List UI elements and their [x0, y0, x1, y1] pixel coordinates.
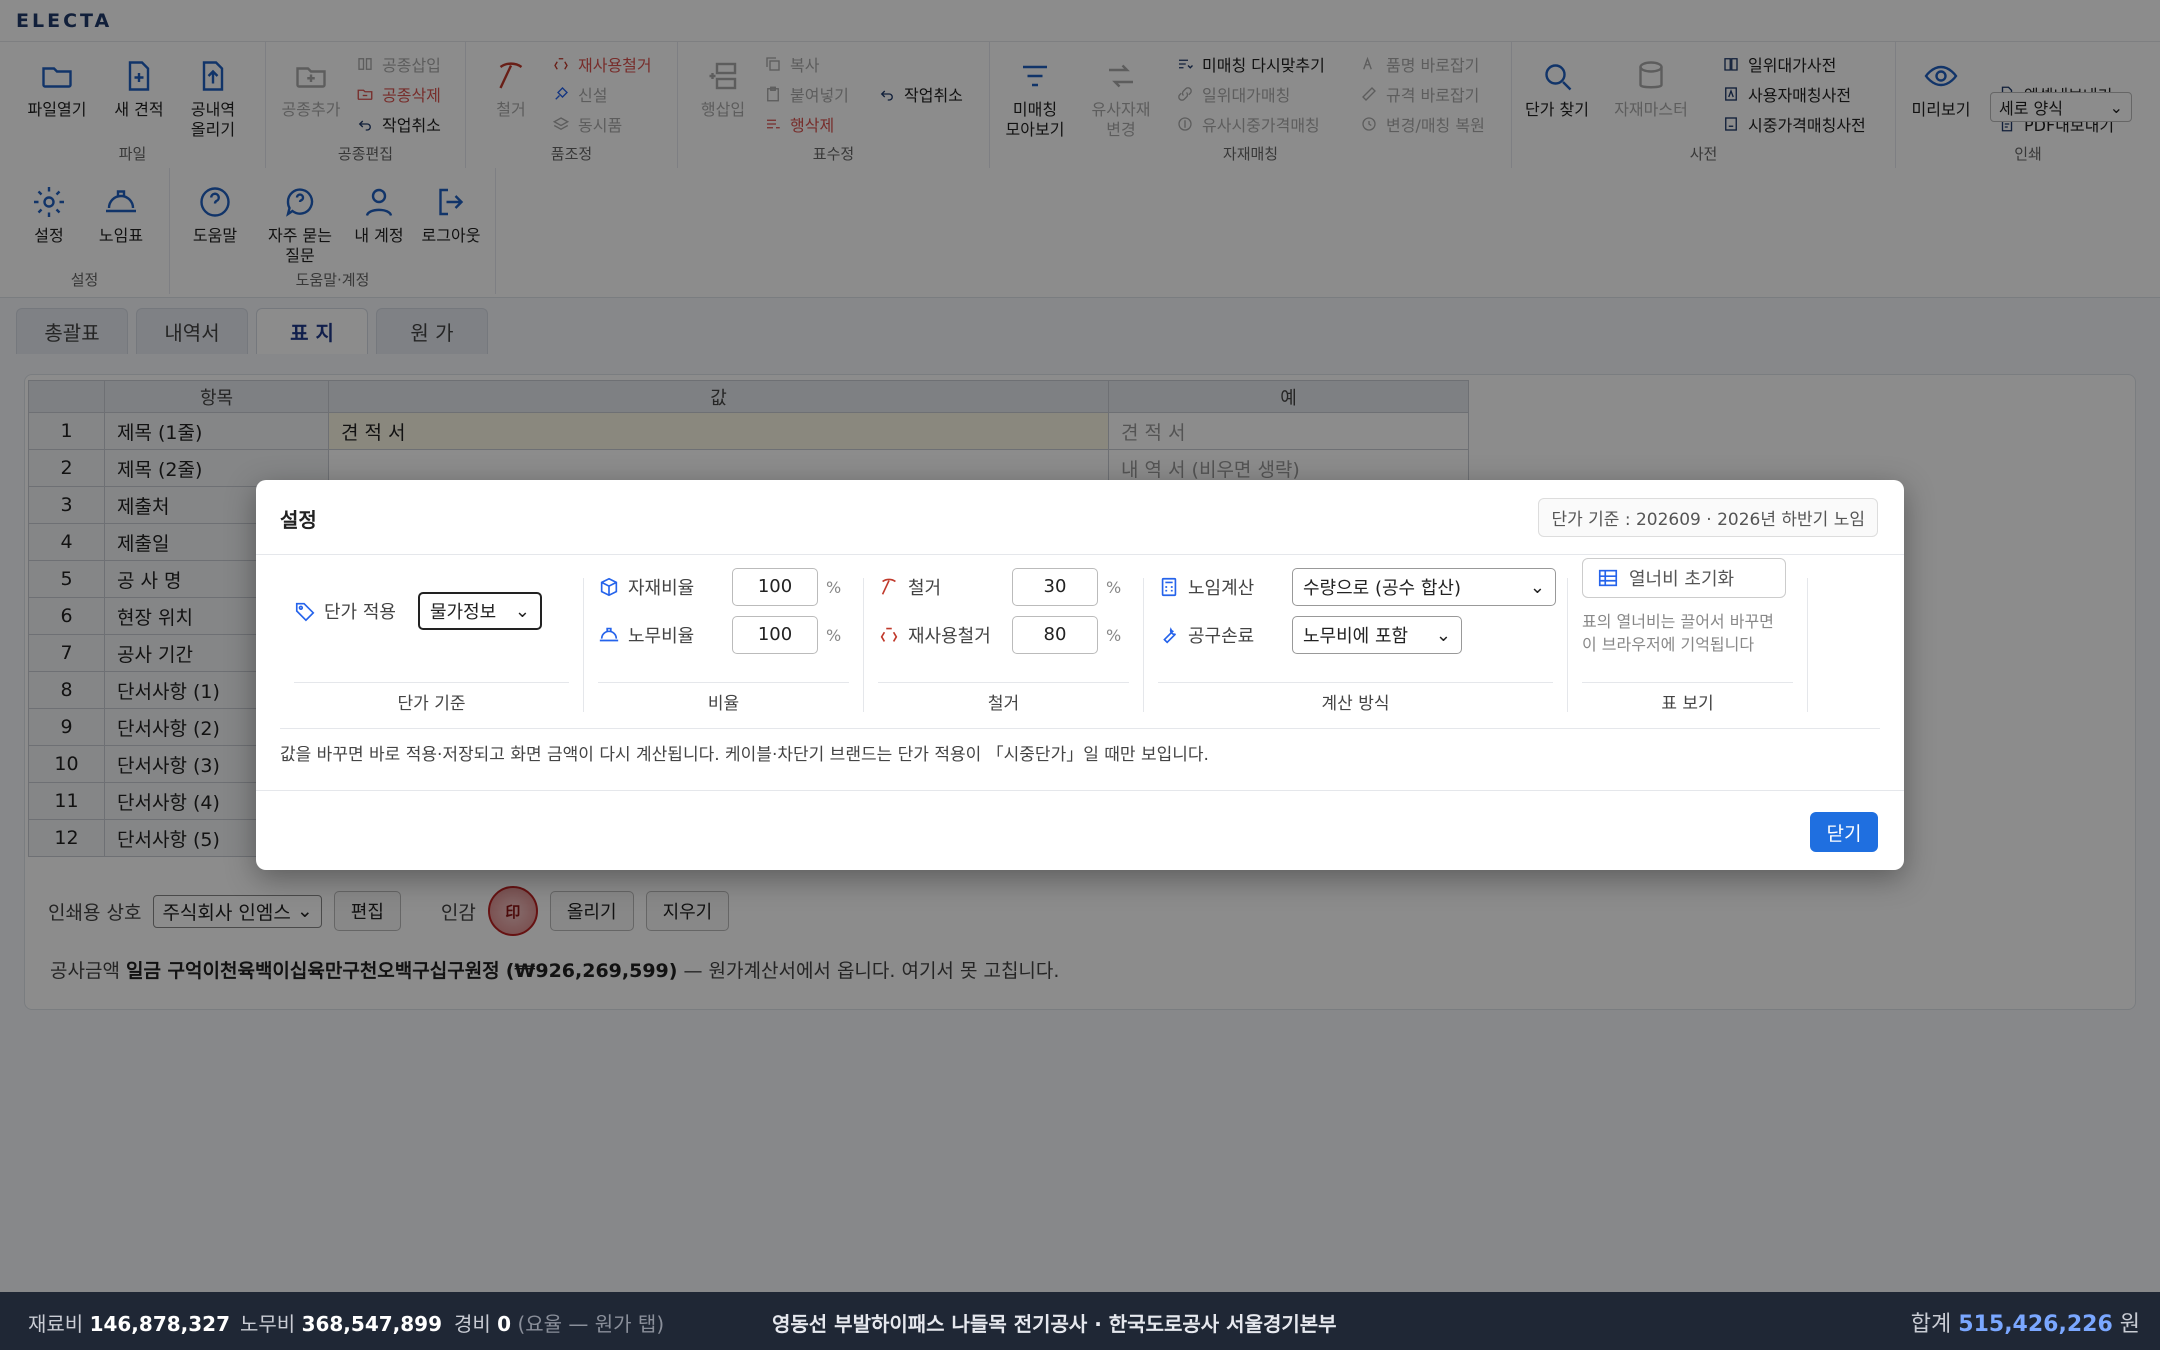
tag-icon [295, 602, 315, 622]
tool-cost-select[interactable]: 노무비에 포함 ⌄ [1292, 616, 1462, 654]
settings-dialog: 설정 단가 기준 : 202609 · 2026년 하반기 노임 단가 적용 물… [256, 480, 1904, 870]
section-table-view: 열너비 초기화 표의 열너비는 끌어서 바꾸면 이 브라우저에 기억됩니다 표 … [1568, 558, 1808, 714]
section-ratio: 자재비율 100 % 노무비율 100 % 비율 [584, 568, 864, 714]
expense-cost: 경비 0 (요율 — 원가 탭) [454, 1312, 665, 1336]
divider [256, 790, 1904, 791]
pickaxe-icon [881, 578, 896, 595]
section-calc-method: 노임계산 수량으로 (공수 합산) ⌄ 공구손료 노무비에 포함 ⌄ 계산 방식 [1144, 568, 1568, 714]
price-apply-select[interactable]: 물가정보 ⌄ [417, 592, 542, 630]
settings-note: 값을 바꾸면 바로 적용·저장되고 화면 금액이 다시 계산됩니다. 케이블·차… [280, 745, 1209, 765]
divider [280, 728, 1880, 729]
status-bar: 재료비 146,878,327 노무비 368,547,899 경비 0 (요율… [0, 1292, 2160, 1350]
hardhat-icon [599, 627, 619, 642]
chevron-down-icon: ⌄ [514, 600, 530, 622]
chevron-down-icon: ⌄ [1529, 576, 1545, 598]
box-icon [600, 577, 618, 597]
project-name: 영동선 부발하이패스 나들목 전기공사 · 한국도로공사 서울경기본부 [772, 1312, 1337, 1336]
demolish-rate-input[interactable]: 30 [1012, 568, 1098, 606]
labor-cost: 노무비 368,547,899 [240, 1312, 443, 1336]
wrench-icon [1163, 627, 1177, 644]
table-icon [1598, 569, 1618, 587]
grand-total: 합계 515,426,226 원 [1910, 1312, 2140, 1337]
close-button[interactable]: 닫기 [1810, 812, 1878, 852]
material-ratio-input[interactable]: 100 [732, 568, 818, 606]
calculator-icon [1161, 577, 1177, 597]
chevron-down-icon: ⌄ [1435, 624, 1451, 646]
labor-calc-select[interactable]: 수량으로 (공수 합산) ⌄ [1292, 568, 1556, 606]
reuse-rate-input[interactable]: 80 [1012, 616, 1098, 654]
material-cost: 재료비 146,878,327 [28, 1312, 231, 1336]
dialog-title: 설정 [280, 508, 317, 532]
divider [256, 554, 1904, 555]
section-price-basis: 단가 적용 물가정보 ⌄ 단가 기준 [280, 578, 584, 714]
labor-ratio-input[interactable]: 100 [732, 616, 818, 654]
reset-column-width-button[interactable]: 열너비 초기화 [1582, 558, 1786, 598]
section-demolish: 철거 30 % 재사용철거 80 % 철거 [864, 568, 1144, 714]
column-width-hint: 표의 열너비는 끌어서 바꾸면 이 브라우저에 기억됩니다 [1582, 612, 1774, 654]
price-basis-badge: 단가 기준 : 202609 · 2026년 하반기 노임 [1538, 498, 1878, 537]
recycle-icon [880, 627, 898, 642]
